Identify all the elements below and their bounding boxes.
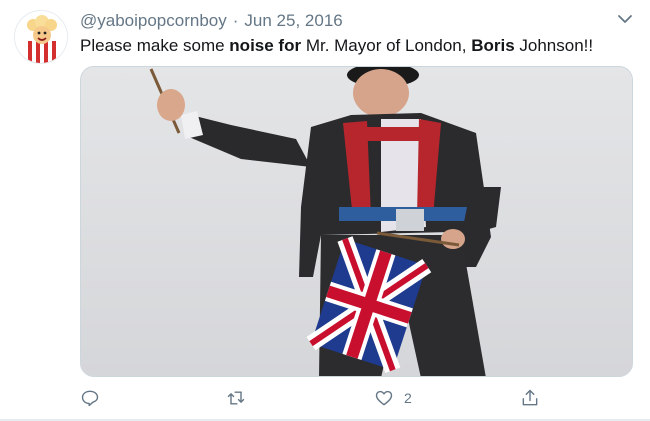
- tweet-header: @yaboipopcornboy · Jun 25, 2016: [80, 10, 343, 32]
- tweet-text: Please make some noise for Mr. Mayor of …: [80, 35, 640, 57]
- retweet-button[interactable]: [226, 386, 246, 410]
- more-options-button[interactable]: [615, 10, 635, 28]
- popcorn-avatar-image: [15, 11, 67, 63]
- reply-button[interactable]: [80, 386, 100, 410]
- share-button[interactable]: [520, 386, 540, 410]
- tweet-card[interactable]: @yaboipopcornboy · Jun 25, 2016 Please m…: [0, 0, 650, 421]
- reply-icon: [81, 390, 99, 407]
- tweet-text-part-2: Mr. Mayor of London,: [301, 36, 472, 55]
- tweet-text-bold-1: noise for: [229, 36, 302, 55]
- retweet-icon: [227, 391, 245, 405]
- tweet-actions: 2: [80, 386, 633, 410]
- tweet-text-bold-2: Boris: [471, 36, 515, 55]
- like-button[interactable]: 2: [374, 386, 412, 410]
- photo-man-zipline-flag: [81, 67, 632, 376]
- tweet-text-part-1: Please make some: [80, 36, 230, 55]
- chevron-down-icon: [618, 15, 632, 23]
- tweet-media-image[interactable]: [80, 66, 633, 377]
- tweet-text-part-3: Johnson!!: [514, 36, 594, 55]
- separator-dot: ·: [232, 11, 239, 30]
- heart-icon: [375, 390, 393, 406]
- like-count: 2: [404, 390, 412, 406]
- avatar[interactable]: [14, 10, 68, 64]
- user-handle[interactable]: @yaboipopcornboy: [80, 11, 227, 31]
- share-icon: [522, 389, 538, 406]
- tweet-date[interactable]: Jun 25, 2016: [244, 11, 342, 31]
